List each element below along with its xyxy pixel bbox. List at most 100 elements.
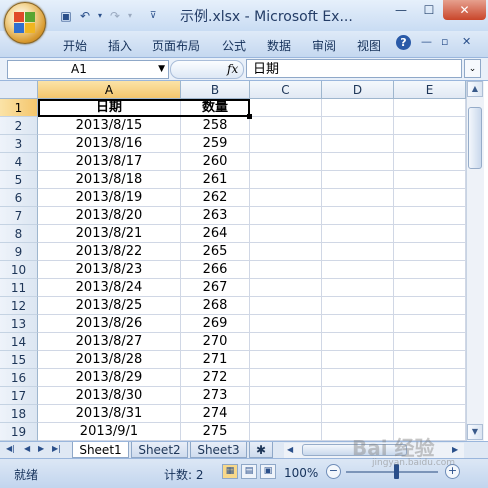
redo-icon[interactable]: ↷ (107, 8, 123, 24)
sheet-tab-3[interactable]: Sheet3 (190, 442, 247, 458)
cell-c[interactable] (250, 117, 322, 135)
cell-c[interactable] (250, 207, 322, 225)
page-break-view-icon[interactable]: ▣ (260, 464, 276, 479)
row-header[interactable]: 19 (0, 423, 38, 441)
cell-date[interactable]: 2013/8/29 (38, 369, 181, 387)
name-box[interactable]: A1 ▼ (7, 60, 169, 79)
cell-quantity[interactable]: 260 (181, 153, 250, 171)
cell-c[interactable] (250, 369, 322, 387)
help-icon[interactable]: ? (396, 35, 411, 50)
first-sheet-icon[interactable]: ◀| (6, 444, 15, 453)
redo-dropdown-icon[interactable]: ▾ (126, 8, 134, 24)
cell-date[interactable]: 2013/8/21 (38, 225, 181, 243)
cell-e[interactable] (394, 171, 466, 189)
normal-view-icon[interactable]: ▦ (222, 464, 238, 479)
insert-function-icon[interactable]: fx (227, 61, 238, 78)
cell-e[interactable] (394, 369, 466, 387)
scroll-left-icon[interactable]: ◀ (287, 445, 293, 454)
cell-d[interactable] (322, 189, 394, 207)
cell-e[interactable] (394, 99, 466, 117)
cell-quantity[interactable]: 274 (181, 405, 250, 423)
maximize-button[interactable]: ☐ (415, 0, 443, 20)
row-header[interactable]: 9 (0, 243, 38, 261)
cell-c[interactable] (250, 405, 322, 423)
tab-view[interactable]: 视图 (357, 37, 381, 54)
cell-d[interactable] (322, 117, 394, 135)
cell-d[interactable] (322, 351, 394, 369)
row-header[interactable]: 7 (0, 207, 38, 225)
cell-date[interactable]: 2013/8/24 (38, 279, 181, 297)
cell-quantity[interactable]: 271 (181, 351, 250, 369)
cell-d[interactable] (322, 261, 394, 279)
cell-date[interactable]: 2013/8/26 (38, 315, 181, 333)
cell-c[interactable] (250, 423, 322, 441)
cell-quantity[interactable]: 265 (181, 243, 250, 261)
cell-e[interactable] (394, 333, 466, 351)
cell-quantity[interactable]: 263 (181, 207, 250, 225)
cell-d[interactable] (322, 243, 394, 261)
column-header-c[interactable]: C (250, 81, 322, 99)
formula-input[interactable]: 日期 (246, 59, 462, 78)
cell-date[interactable]: 2013/8/30 (38, 387, 181, 405)
sheet-tab-1[interactable]: Sheet1 (72, 442, 129, 458)
tab-home[interactable]: 开始 (63, 37, 87, 54)
cell-e[interactable] (394, 351, 466, 369)
cell-c[interactable] (250, 333, 322, 351)
cell-e[interactable] (394, 117, 466, 135)
cell-d[interactable] (322, 171, 394, 189)
ribbon-close-icon[interactable]: ✕ (462, 35, 471, 48)
row-header[interactable]: 14 (0, 333, 38, 351)
expand-formula-bar-icon[interactable]: ⌄ (464, 59, 481, 78)
cell-c[interactable] (250, 225, 322, 243)
column-header-a[interactable]: A (38, 81, 181, 99)
cell-c[interactable] (250, 315, 322, 333)
office-button[interactable] (4, 2, 46, 44)
tab-formulas[interactable]: 公式 (222, 37, 246, 54)
cell-d[interactable] (322, 333, 394, 351)
row-header[interactable]: 17 (0, 387, 38, 405)
row-header[interactable]: 18 (0, 405, 38, 423)
cell-d[interactable] (322, 387, 394, 405)
row-header[interactable]: 15 (0, 351, 38, 369)
row-header[interactable]: 2 (0, 117, 38, 135)
cell-d[interactable] (322, 99, 394, 117)
cell-d[interactable] (322, 369, 394, 387)
cell-quantity[interactable]: 259 (181, 135, 250, 153)
cell-e[interactable] (394, 297, 466, 315)
cell-c[interactable] (250, 189, 322, 207)
close-button[interactable]: ✕ (443, 0, 486, 20)
cell-date[interactable]: 2013/8/16 (38, 135, 181, 153)
chevron-down-icon[interactable]: ▼ (158, 61, 165, 78)
cell-date[interactable]: 2013/8/28 (38, 351, 181, 369)
zoom-out-icon[interactable]: − (326, 464, 341, 479)
cell-c[interactable] (250, 243, 322, 261)
cell-c[interactable] (250, 153, 322, 171)
row-header[interactable]: 4 (0, 153, 38, 171)
sheet-tab-2[interactable]: Sheet2 (131, 442, 188, 458)
column-header-d[interactable]: D (322, 81, 394, 99)
cell-quantity[interactable]: 261 (181, 171, 250, 189)
undo-dropdown-icon[interactable]: ▾ (96, 8, 104, 24)
last-sheet-icon[interactable]: ▶| (52, 444, 61, 453)
cell-c[interactable] (250, 171, 322, 189)
cell-quantity[interactable]: 267 (181, 279, 250, 297)
worksheet-grid[interactable]: A B C D E 1 日期 数量 2 2013/8/15 258 3 2013/8/16 25… (0, 81, 466, 441)
cell-c[interactable] (250, 351, 322, 369)
cell-d[interactable] (322, 135, 394, 153)
cell-date[interactable]: 2013/8/20 (38, 207, 181, 225)
row-header[interactable]: 8 (0, 225, 38, 243)
tab-review[interactable]: 审阅 (312, 37, 336, 54)
cell-c[interactable] (250, 297, 322, 315)
page-layout-view-icon[interactable]: ▤ (241, 464, 257, 479)
cell-quantity[interactable]: 262 (181, 189, 250, 207)
tab-data[interactable]: 数据 (267, 37, 291, 54)
undo-icon[interactable]: ↶ (77, 8, 93, 24)
cell-c[interactable] (250, 261, 322, 279)
cell-d[interactable] (322, 153, 394, 171)
minimize-button[interactable]: — (387, 0, 415, 20)
row-header[interactable]: 3 (0, 135, 38, 153)
save-icon[interactable]: ▣ (58, 8, 74, 24)
tab-insert[interactable]: 插入 (108, 37, 132, 54)
fill-handle[interactable] (247, 114, 252, 119)
cell-date[interactable]: 2013/8/17 (38, 153, 181, 171)
